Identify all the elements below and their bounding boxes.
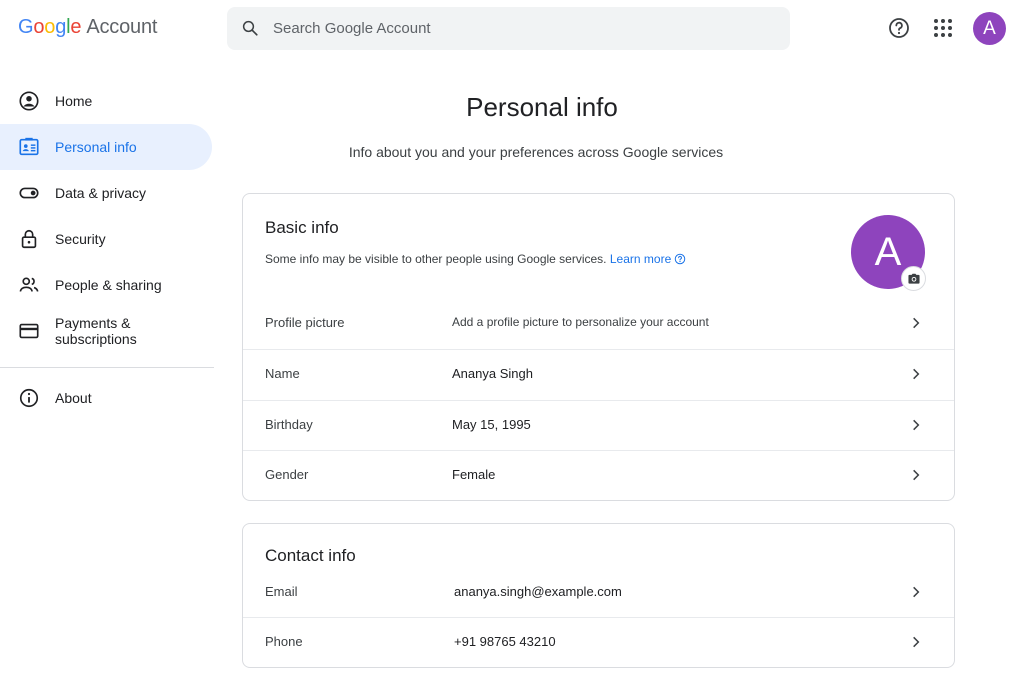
- help-icon[interactable]: [674, 253, 686, 265]
- logo-account-text: Account: [86, 16, 158, 38]
- sidebar-item-about[interactable]: About: [0, 375, 212, 421]
- row-label: Birthday: [265, 417, 313, 432]
- row-value: May 15, 1995: [452, 417, 531, 432]
- info-icon: [19, 388, 39, 408]
- account-avatar[interactable]: A: [973, 12, 1006, 45]
- sidebar-item-home[interactable]: Home: [0, 78, 212, 124]
- sidebar-item-label: Data & privacy: [55, 185, 147, 201]
- name-row[interactable]: Name Ananya Singh: [243, 349, 954, 399]
- card-title: Basic info: [265, 218, 339, 237]
- row-label: Email: [265, 584, 298, 599]
- search-input[interactable]: Search Google Account: [273, 20, 431, 37]
- apps-grid-icon[interactable]: [931, 16, 955, 40]
- id-card-icon: [19, 137, 39, 156]
- toggle-icon: [19, 187, 39, 199]
- chevron-right-icon: [913, 317, 920, 329]
- email-row[interactable]: Email ananya.singh@example.com: [243, 568, 954, 618]
- search-bar[interactable]: Search Google Account: [227, 7, 790, 50]
- sidebar-item-label: Home: [55, 93, 93, 109]
- chevron-right-icon: [913, 419, 920, 431]
- sidebar-divider: [0, 367, 214, 368]
- sidebar-item-data-privacy[interactable]: Data & privacy: [0, 170, 212, 216]
- row-value: ananya.singh@example.com: [454, 584, 622, 599]
- row-value: Add a profile picture to personalize you…: [452, 315, 709, 329]
- sidebar-nav: Home Personal info Data & privacy Securi…: [0, 78, 214, 421]
- sidebar-item-label: Security: [55, 231, 106, 247]
- page-subtitle: Info about you and your preferences acro…: [348, 144, 724, 160]
- row-value: Ananya Singh: [452, 366, 533, 381]
- people-icon: [19, 277, 39, 292]
- change-photo-button[interactable]: [901, 266, 926, 291]
- card-description-text: Some info may be visible to other people…: [265, 252, 607, 266]
- credit-card-icon: [19, 323, 39, 339]
- top-bar: Google Account Search Google Account A: [0, 0, 1024, 60]
- page-title: Personal info: [466, 92, 618, 122]
- chevron-right-icon: [913, 368, 920, 380]
- sidebar-item-people-sharing[interactable]: People & sharing: [0, 262, 212, 308]
- row-value: +91 98765 43210: [454, 634, 556, 649]
- contact-info-card: Contact info Email ananya.singh@example.…: [242, 523, 955, 668]
- camera-icon: [907, 273, 920, 284]
- row-value: Female: [452, 467, 496, 482]
- gender-row[interactable]: Gender Female: [243, 450, 954, 500]
- birthday-row[interactable]: Birthday May 15, 1995: [243, 400, 954, 450]
- row-label: Profile picture: [265, 315, 345, 330]
- profile-picture-row[interactable]: Profile picture Add a profile picture to…: [243, 299, 954, 349]
- learn-more-link[interactable]: Learn more: [610, 252, 671, 266]
- sidebar-item-label: People & sharing: [55, 277, 162, 293]
- row-label: Phone: [265, 634, 303, 649]
- basic-info-card: Basic info Some info may be visible to o…: [242, 193, 955, 501]
- search-icon[interactable]: [241, 19, 259, 37]
- google-account-logo[interactable]: Google Account: [18, 16, 157, 39]
- sidebar-item-label: Payments & subscriptions: [55, 315, 137, 347]
- lock-icon: [21, 229, 37, 249]
- sidebar-item-personal-info[interactable]: Personal info: [0, 124, 212, 170]
- card-description: Some info may be visible to other people…: [265, 252, 686, 266]
- sidebar-item-security[interactable]: Security: [0, 216, 212, 262]
- chevron-right-icon: [913, 636, 920, 648]
- home-icon: [19, 91, 39, 111]
- sidebar-item-label: Personal info: [55, 139, 137, 155]
- phone-row[interactable]: Phone +91 98765 43210: [243, 617, 954, 667]
- row-label: Gender: [265, 467, 309, 482]
- row-label: Name: [265, 366, 300, 381]
- sidebar-item-label: About: [55, 390, 92, 406]
- chevron-right-icon: [913, 586, 920, 598]
- card-title: Contact info: [265, 546, 356, 565]
- sidebar-item-payments[interactable]: Payments & subscriptions: [0, 308, 212, 354]
- google-wordmark: Google: [18, 16, 82, 38]
- chevron-right-icon: [913, 469, 920, 481]
- help-icon[interactable]: [887, 16, 911, 40]
